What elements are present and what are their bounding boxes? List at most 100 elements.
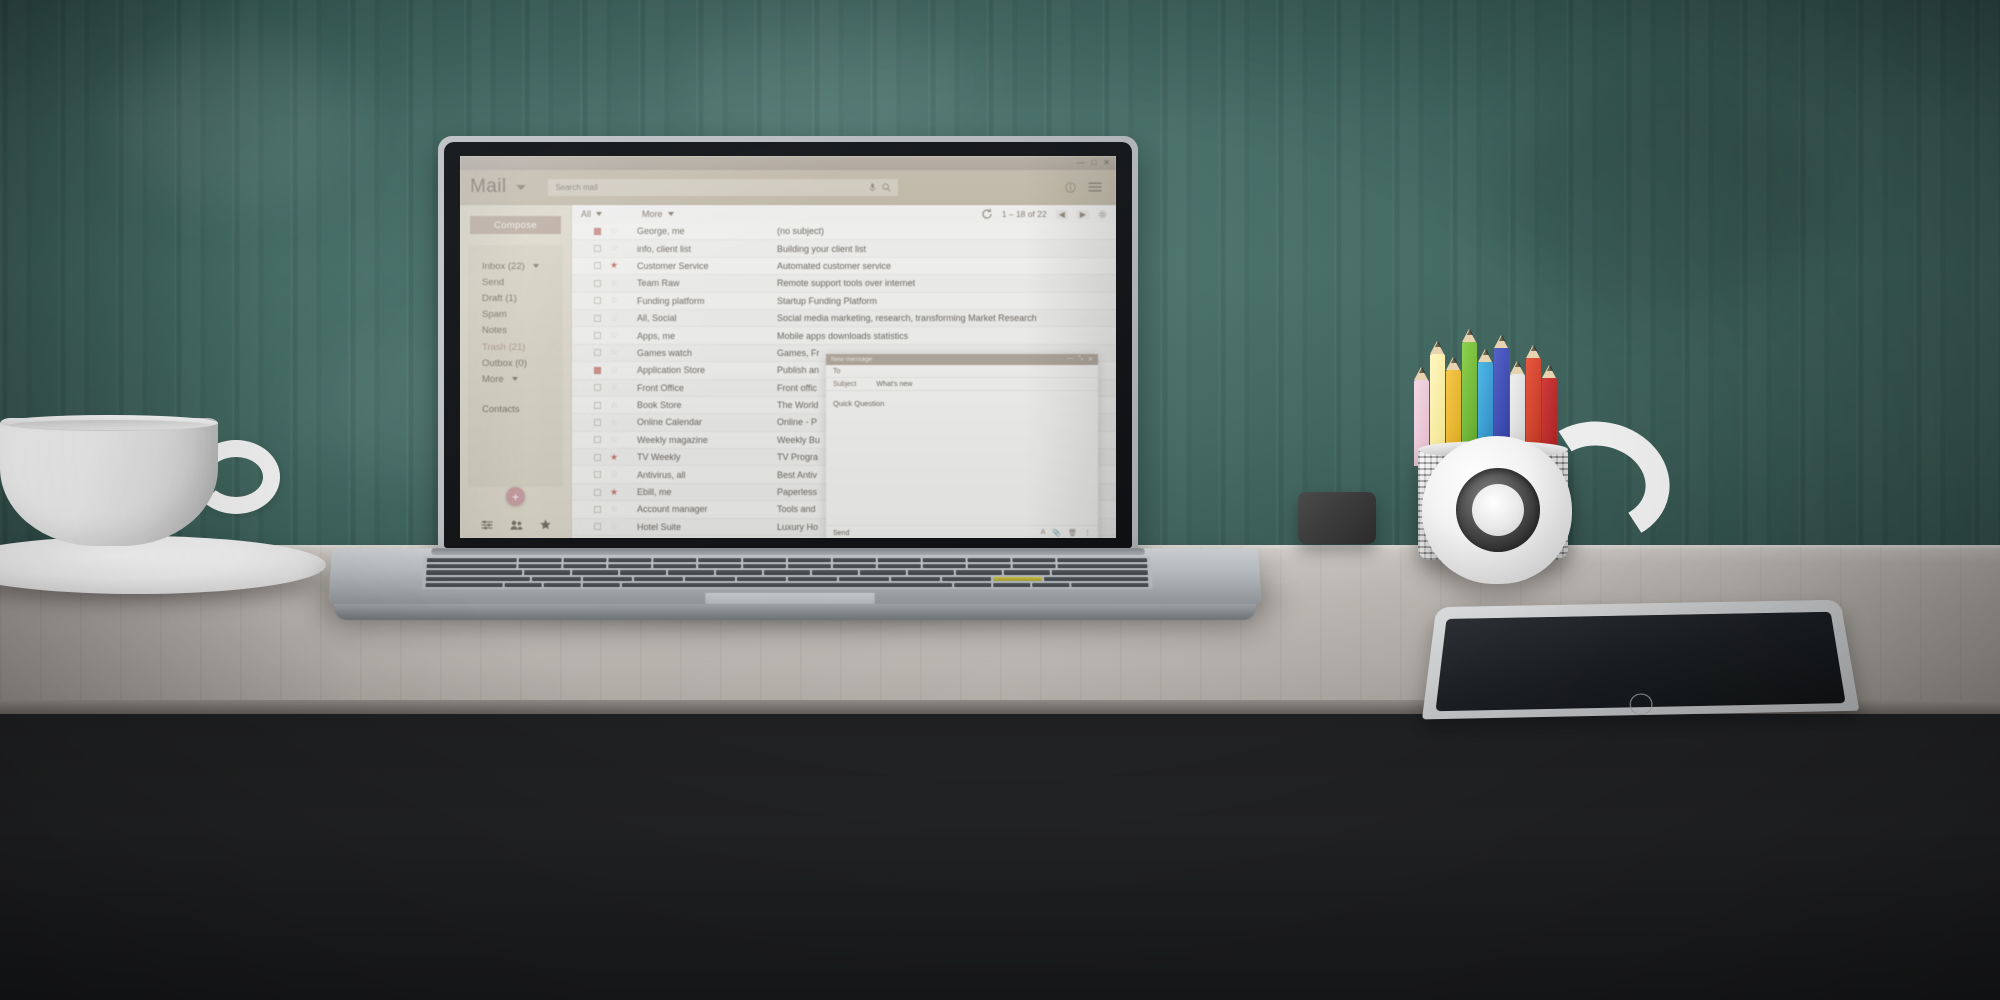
row-checkbox[interactable] [594, 471, 601, 479]
star-icon[interactable]: ☆ [610, 331, 623, 340]
more-actions-dropdown[interactable]: More [642, 209, 674, 219]
compose-close-button[interactable]: ✕ [1088, 356, 1093, 363]
hamburger-menu-icon[interactable] [1088, 182, 1102, 192]
trackpad[interactable] [704, 591, 876, 604]
chevron-down-icon[interactable] [532, 264, 539, 269]
row-checkbox[interactable] [594, 314, 601, 322]
refresh-icon[interactable] [981, 208, 993, 220]
sidebar-item-outbox[interactable]: Outbox (0) [468, 355, 563, 371]
keyboard-key [425, 576, 530, 581]
row-checkbox[interactable] [594, 523, 601, 531]
microphone-icon[interactable] [869, 183, 876, 192]
format-icon[interactable]: A [1041, 529, 1046, 537]
keyboard-key [426, 558, 518, 563]
trash-icon[interactable]: 🗑 [1068, 529, 1077, 537]
add-button[interactable]: + [506, 487, 525, 506]
row-checkbox[interactable] [594, 436, 601, 444]
next-page-button[interactable]: ▶ [1076, 209, 1089, 219]
table-row[interactable]: ☆ George, me (no subject) [572, 223, 1116, 241]
table-row[interactable]: ☆ Funding platform Startup Funding Platfor… [572, 292, 1116, 310]
email-sender: Games watch [637, 347, 693, 358]
star-icon[interactable]: ☆ [610, 470, 623, 479]
sidebar-item-spam[interactable]: Spam [468, 307, 563, 323]
email-subject: Mobile apps downloads statistics [777, 330, 909, 341]
subject-label: Subject [833, 380, 857, 388]
compose-minimize-button[interactable]: — [1067, 356, 1073, 363]
sidebar-item-trash[interactable]: Trash (21) [468, 339, 563, 355]
star-icon[interactable]: ☆ [610, 504, 623, 514]
row-checkbox[interactable] [594, 505, 601, 513]
maximize-button[interactable]: □ [1091, 159, 1096, 167]
star-icon[interactable]: ☆ [610, 296, 623, 305]
minimize-button[interactable]: — [1076, 159, 1084, 167]
more-options-icon[interactable]: ⋮ [1084, 529, 1091, 537]
star-icon[interactable]: ★ [610, 261, 623, 270]
search-input[interactable]: Search mail [548, 178, 899, 196]
row-checkbox[interactable] [594, 332, 601, 340]
compose-expand-button[interactable]: ⤡ [1078, 356, 1083, 363]
row-checkbox[interactable] [594, 453, 601, 461]
star-icon[interactable]: ☆ [610, 417, 623, 427]
row-checkbox[interactable] [594, 227, 601, 235]
sidebar-item-draft[interactable]: Draft (1) [468, 290, 563, 306]
chevron-down-icon[interactable] [511, 377, 518, 382]
star-icon[interactable]: ☆ [610, 244, 623, 253]
sidebar-item-notes[interactable]: Notes [468, 323, 563, 339]
sidebar-item-send[interactable]: Send [468, 274, 563, 290]
compose-to-field[interactable]: To [826, 365, 1098, 378]
compose-window[interactable]: New message — ⤡ ✕ To Subject What's new … [826, 354, 1098, 538]
row-checkbox[interactable] [594, 279, 601, 287]
row-checkbox[interactable] [594, 245, 601, 253]
table-row[interactable]: ☆ All, Social Social media marketing, rese… [572, 309, 1116, 328]
table-row[interactable]: ☆ Apps, me Mobile apps downloads statistic… [572, 327, 1116, 345]
table-row[interactable]: ★ Customer Service Automated customer serv… [572, 257, 1116, 276]
compose-button[interactable]: Compose [470, 216, 561, 234]
sidebar-item-more[interactable]: More [468, 371, 563, 387]
row-checkbox[interactable] [594, 262, 601, 270]
chevron-down-icon[interactable] [596, 212, 603, 216]
row-checkbox[interactable] [594, 384, 601, 392]
star-icon[interactable]: ☆ [610, 522, 623, 531]
row-checkbox[interactable] [594, 366, 601, 374]
compose-body[interactable]: Quick Question [826, 391, 1098, 525]
table-row[interactable]: ☆ info, client list Building your client l… [572, 240, 1116, 258]
window-titlebar: — □ ✕ [460, 156, 1116, 170]
star-icon[interactable]: ☆ [610, 226, 623, 236]
laptop: — □ ✕ Mail Search mail Compose Inbox (22… [290, 136, 1300, 641]
prev-page-button[interactable]: ◀ [1055, 209, 1068, 219]
keyboard-key [653, 558, 697, 563]
star-icon[interactable]: ★ [610, 452, 623, 462]
info-circle-icon[interactable] [1065, 181, 1076, 193]
chevron-down-icon[interactable] [516, 184, 527, 190]
row-checkbox[interactable] [594, 349, 601, 357]
chevron-down-icon[interactable] [667, 212, 674, 216]
star-icon[interactable]: ☆ [610, 400, 623, 410]
star-icon[interactable]: ☆ [610, 348, 623, 357]
row-checkbox[interactable] [594, 297, 601, 305]
keyboard-key [634, 576, 684, 581]
sidebar-item-inbox[interactable]: Inbox (22) [468, 258, 563, 274]
star-icon[interactable]: ☆ [610, 278, 623, 288]
star-icon[interactable] [539, 519, 551, 530]
close-button[interactable]: ✕ [1103, 159, 1110, 167]
row-checkbox[interactable] [594, 401, 601, 409]
send-button[interactable]: Send [833, 530, 849, 537]
compose-subject-field[interactable]: Subject What's new [826, 378, 1098, 391]
select-all-dropdown[interactable]: All [581, 209, 603, 219]
star-icon[interactable]: ☆ [610, 435, 623, 444]
sidebar-item-contacts[interactable]: Contacts [468, 402, 563, 418]
sliders-icon[interactable] [481, 519, 493, 530]
star-icon[interactable]: ☆ [610, 313, 623, 323]
keyboard-row [426, 570, 1148, 575]
sidebar-item-label: Spam [482, 309, 507, 321]
attach-icon[interactable]: 📎 [1052, 529, 1061, 537]
row-checkbox[interactable] [594, 488, 601, 496]
star-icon[interactable]: ☆ [610, 383, 623, 392]
gear-icon[interactable] [1098, 210, 1107, 219]
star-icon[interactable]: ★ [610, 487, 623, 497]
row-checkbox[interactable] [594, 418, 601, 426]
table-row[interactable]: ☆ Team Raw Remote support tools over inter… [572, 275, 1116, 293]
people-icon[interactable] [510, 519, 523, 530]
star-icon[interactable]: ☆ [610, 365, 623, 375]
search-icon[interactable] [882, 182, 892, 192]
